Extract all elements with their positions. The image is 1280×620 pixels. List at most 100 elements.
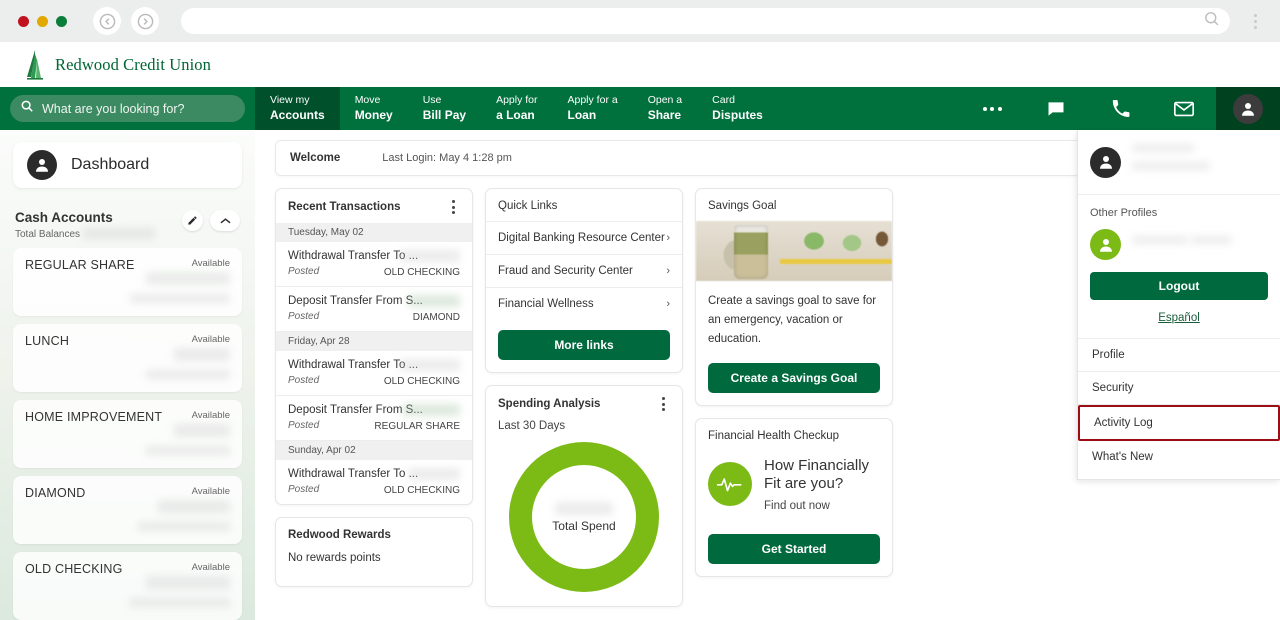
menu-item-activity-log[interactable]: Activity Log (1078, 405, 1280, 441)
account-card[interactable]: HOME IMPROVEMENT Available (13, 400, 242, 468)
account-amounts (146, 424, 230, 455)
nav-item-line1: View my (270, 94, 310, 107)
transaction-amount (408, 468, 460, 480)
minimize-window-button[interactable] (37, 15, 48, 27)
transaction-amount (400, 359, 460, 371)
table-row[interactable]: Deposit Transfer From S... Posted REGULA… (276, 396, 472, 441)
account-card[interactable]: DIAMOND Available (13, 476, 242, 544)
avatar (1233, 93, 1263, 124)
browser-menu-icon[interactable] (1246, 13, 1264, 29)
cash-accounts-header: Cash Accounts Total Balances (15, 210, 240, 240)
spending-donut-chart[interactable]: Total Spend (486, 438, 682, 606)
chevron-right-icon: › (666, 298, 670, 310)
account-card[interactable]: OLD CHECKING Available (13, 552, 242, 620)
profile-sub (1132, 162, 1210, 170)
collapse-accounts-button[interactable] (210, 210, 240, 231)
nav-item-open-a-share[interactable]: Open a Share (633, 87, 697, 130)
quick-link-digital-banking-resource-center[interactable]: Digital Banking Resource Center › (486, 221, 682, 254)
account-sub-amount (130, 294, 230, 303)
cash-accounts-title: Cash Accounts (15, 210, 113, 225)
account-amount (174, 424, 230, 437)
nav-item-line1: Apply for (496, 94, 538, 107)
account-available-label: Available (191, 486, 230, 497)
transaction-date-group: Sunday, Apr 02 (276, 441, 472, 460)
profile-name-redacted (1132, 144, 1268, 180)
nav-item-line2: Accounts (270, 107, 325, 122)
get-started-button[interactable]: Get Started (708, 533, 880, 564)
kebab-menu-icon[interactable] (446, 200, 460, 214)
menu-item-security[interactable]: Security (1078, 372, 1280, 405)
profile-name (1132, 144, 1194, 152)
current-profile[interactable] (1078, 130, 1280, 195)
nav-item-use-bill-pay[interactable]: Use Bill Pay (408, 87, 481, 130)
transaction-account: DIAMOND (412, 312, 460, 323)
quick-link-financial-wellness[interactable]: Financial Wellness › (486, 287, 682, 320)
transaction-date-group: Tuesday, May 02 (276, 223, 472, 242)
transaction-account: OLD CHECKING (383, 267, 460, 278)
account-card[interactable]: REGULAR SHARE Available (13, 248, 242, 316)
quick-link-label: Fraud and Security Center (498, 265, 633, 277)
account-card[interactable]: LUNCH Available (13, 324, 242, 392)
search-icon[interactable] (1203, 10, 1220, 32)
column-quicklinks: Quick Links Digital Banking Resource Cen… (485, 188, 683, 607)
account-available-label: Available (191, 410, 230, 421)
create-savings-goal-button[interactable]: Create a Savings Goal (708, 362, 880, 393)
chevron-right-icon: › (666, 232, 670, 244)
account-available-label: Available (191, 334, 230, 345)
chat-icon[interactable] (1024, 87, 1088, 130)
language-toggle-link[interactable]: Español (1090, 312, 1268, 324)
close-window-button[interactable] (18, 15, 29, 27)
account-available-label: Available (191, 562, 230, 573)
redwood-tree-logo (24, 49, 46, 80)
nav-item-line2: Money (354, 107, 393, 122)
edit-accounts-button[interactable] (182, 210, 203, 231)
other-profile-item[interactable] (1090, 229, 1268, 260)
mail-icon[interactable] (1152, 87, 1216, 130)
forward-icon[interactable] (131, 7, 159, 35)
more-icon[interactable] (960, 87, 1024, 130)
dashboard-label: Dashboard (71, 156, 150, 173)
nav-search-area: What are you looking for? (0, 87, 255, 130)
window-controls[interactable] (18, 15, 67, 27)
logout-button[interactable]: Logout (1090, 272, 1268, 300)
quick-link-label: Financial Wellness (498, 298, 594, 310)
menu-item-profile[interactable]: Profile (1078, 339, 1280, 372)
account-sub-amount (130, 598, 230, 607)
financial-health-card: Financial Health Checkup How Financially… (695, 417, 893, 577)
table-row[interactable]: Withdrawal Transfer To ... Posted OLD CH… (276, 242, 472, 287)
nav-item-line1: Move (354, 94, 381, 107)
search-input[interactable]: What are you looking for? (10, 95, 245, 122)
maximize-window-button[interactable] (56, 15, 67, 27)
quick-links-card: Quick Links Digital Banking Resource Cen… (485, 188, 683, 373)
nav-item-card-disputes[interactable]: Card Disputes (697, 87, 778, 130)
account-sub-amount (146, 446, 230, 455)
quick-link-fraud-and-security-center[interactable]: Fraud and Security Center › (486, 254, 682, 287)
back-icon[interactable] (93, 7, 121, 35)
rewards-body: No rewards points (288, 552, 381, 564)
heartbeat-icon (708, 462, 752, 507)
more-links-button[interactable]: More links (498, 330, 670, 360)
quick-link-label: Digital Banking Resource Center (498, 232, 665, 244)
recent-transactions-card: Recent Transactions Tuesday, May 02 With… (275, 188, 473, 505)
nav-item-move-money[interactable]: Move Money (340, 87, 408, 130)
table-row[interactable]: Withdrawal Transfer To ... Posted OLD CH… (276, 460, 472, 504)
menu-item-whats-new[interactable]: What's New (1078, 441, 1280, 473)
address-bar[interactable] (181, 8, 1230, 34)
account-sub-amount (138, 522, 230, 531)
phone-icon[interactable] (1088, 87, 1152, 130)
person-icon (1090, 229, 1121, 260)
browser-chrome (0, 0, 1280, 42)
profile-icon[interactable] (1216, 87, 1280, 130)
sidebar-item-dashboard[interactable]: Dashboard (13, 142, 242, 188)
nav-item-view-my-accounts[interactable]: View my Accounts (255, 87, 340, 130)
table-row[interactable]: Withdrawal Transfer To ... Posted OLD CH… (276, 351, 472, 396)
transaction-amount (402, 404, 460, 416)
nav-item-line2: Disputes (712, 107, 763, 122)
nav-item-apply-for-a-loan-2[interactable]: Apply for a Loan (553, 87, 633, 130)
kebab-menu-icon[interactable] (656, 397, 670, 411)
nav-item-apply-for-a-loan[interactable]: Apply for a Loan (481, 87, 552, 130)
table-row[interactable]: Deposit Transfer From S... Posted DIAMON… (276, 287, 472, 332)
last-login-text: Last Login: May 4 1:28 pm (382, 152, 512, 164)
other-profile-name-redacted (1132, 235, 1268, 254)
savings-goal-image (696, 221, 892, 281)
